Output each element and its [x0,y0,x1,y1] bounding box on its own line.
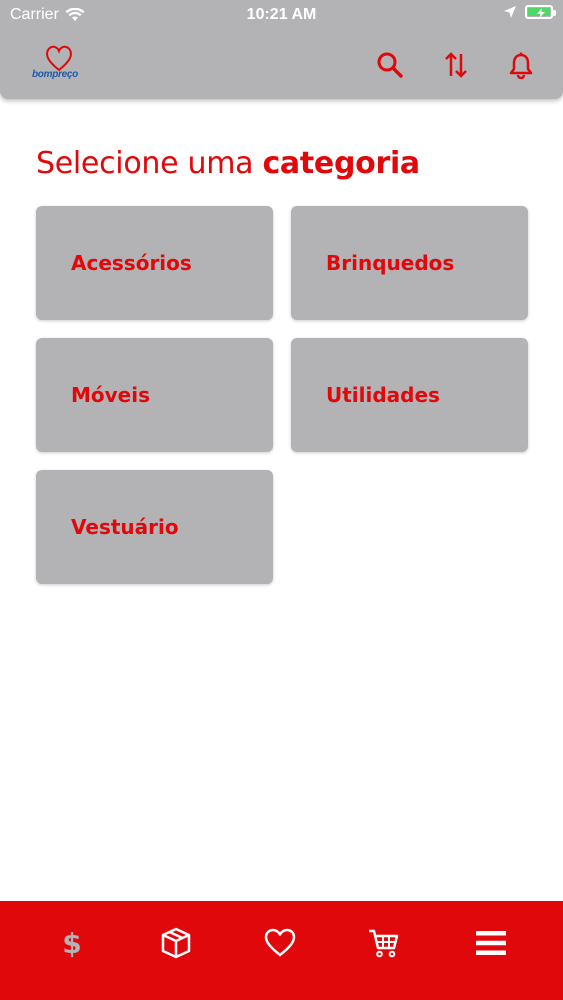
category-card-vestuario[interactable]: Vestuário [36,470,273,584]
sort-button[interactable] [441,50,471,80]
package-icon [161,927,191,959]
search-icon [377,52,403,78]
cart-icon [369,929,399,958]
category-label: Utilidades [326,383,440,407]
category-card-brinquedos[interactable]: Brinquedos [291,206,528,320]
logo-heart-icon [46,45,72,72]
page-title-regular: Selecione uma [36,146,263,181]
clock: 10:21 AM [246,6,317,23]
app-header: Carrier 10:21 AM bompreço [0,0,563,99]
tab-favorites[interactable] [260,923,300,963]
bompreco-logo[interactable]: bompreço [32,44,80,84]
sort-icon [445,52,467,78]
tab-prices[interactable]: $ [52,923,92,963]
category-label: Móveis [71,383,151,407]
category-card-acessorios[interactable]: Acessórios [36,206,273,320]
tab-menu[interactable] [471,923,511,963]
heart-icon [264,928,296,957]
dollar-icon: $ [62,926,82,960]
status-bar: Carrier 10:21 AM [0,0,563,30]
category-label: Acessórios [71,251,192,275]
search-button[interactable] [375,50,405,80]
category-card-utilidades[interactable]: Utilidades [291,338,528,452]
status-right [503,5,556,19]
category-label: Brinquedos [326,251,455,275]
menu-icon [476,931,506,955]
logo-text: bompreço [32,69,78,80]
tab-cart[interactable] [364,923,404,963]
page-title-bold: categoria [262,146,420,181]
notifications-button[interactable] [506,50,536,80]
page-title: Selecione uma categoria [36,146,420,181]
location-arrow-icon [504,6,516,18]
bell-icon [509,52,533,79]
category-card-moveis[interactable]: Móveis [36,338,273,452]
category-label: Vestuário [71,515,179,539]
tab-products[interactable] [156,923,196,963]
battery-icon [525,5,556,19]
bottom-nav-bar: $ [0,901,563,1000]
